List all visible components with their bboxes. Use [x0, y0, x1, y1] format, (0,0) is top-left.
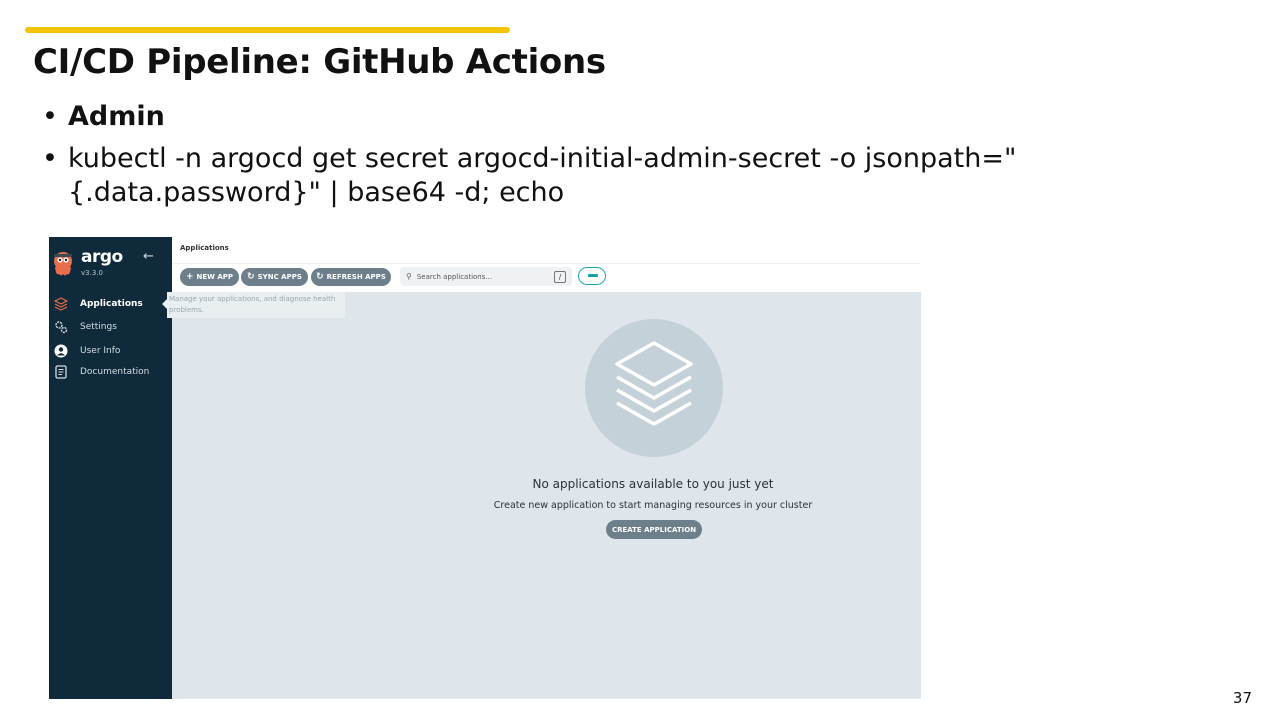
refresh-apps-button[interactable]: ↻ REFRESH APPS [311, 268, 391, 286]
new-app-button[interactable]: + NEW APP [180, 268, 239, 286]
plus-icon: + [185, 272, 194, 282]
bullet-text: kubectl -n argocd get secret argocd-init… [68, 143, 1017, 208]
divider [172, 263, 921, 264]
slide-title: CI/CD Pipeline: GitHub Actions [33, 42, 606, 82]
view-toggle[interactable] [578, 267, 606, 285]
sidebar-item-label: Settings [80, 322, 117, 332]
toggle-indicator [588, 274, 598, 277]
search-icon: ⚲ [406, 272, 412, 281]
bullet-list: • Admin • kubectl -n argocd get secret a… [42, 100, 1242, 218]
sidebar: argo v3.3.0 ← Applications Settings User… [49, 237, 172, 699]
version-label: v3.3.0 [81, 269, 103, 277]
gears-icon [53, 319, 69, 335]
argo-logo-icon [54, 252, 72, 276]
sync-icon: ↻ [247, 272, 255, 282]
sync-apps-button[interactable]: ↻ SYNC APPS [241, 268, 308, 286]
docs-icon [53, 364, 69, 380]
search-placeholder: Search applications... [416, 272, 493, 281]
new-app-label: NEW APP [196, 273, 234, 281]
sidebar-item-label: User Info [80, 346, 121, 356]
sidebar-item-user-info[interactable]: User Info [53, 343, 120, 359]
refresh-apps-label: REFRESH APPS [326, 273, 386, 281]
search-shortcut-key: / [554, 271, 566, 283]
empty-state-title: No applications available to you just ye… [532, 477, 774, 491]
nav-tooltip: Manage your applications, and diagnose h… [167, 292, 345, 318]
layers-icon [615, 341, 693, 426]
sidebar-item-applications[interactable]: Applications [53, 296, 143, 312]
sync-apps-label: SYNC APPS [257, 273, 302, 281]
title-accent-bar [25, 27, 510, 33]
create-application-button[interactable]: CREATE APPLICATION [606, 520, 702, 539]
collapse-sidebar-icon[interactable]: ← [143, 249, 154, 264]
brand-name: argo [81, 247, 123, 267]
bullet-item: • Admin [42, 100, 1242, 134]
empty-state-subtitle: Create new application to start managing… [493, 500, 813, 511]
sidebar-item-label: Applications [80, 299, 143, 309]
sidebar-item-settings[interactable]: Settings [53, 319, 117, 335]
layers-icon [53, 296, 69, 312]
sidebar-item-label: Documentation [80, 367, 150, 377]
empty-state-illustration [585, 319, 723, 457]
bullet-item: • kubectl -n argocd get secret argocd-in… [42, 142, 1242, 210]
bullet-dot: • [42, 101, 58, 132]
bullet-dot: • [42, 143, 58, 174]
breadcrumb: Applications [180, 244, 229, 252]
bullet-text: Admin [68, 101, 165, 132]
user-icon [53, 343, 69, 359]
slide-number: 37 [1232, 689, 1252, 707]
search-input[interactable]: ⚲ Search applications... / [400, 267, 572, 286]
refresh-icon: ↻ [316, 272, 324, 282]
sidebar-item-documentation[interactable]: Documentation [53, 364, 149, 380]
top-toolbar: Applications + NEW APP ↻ SYNC APPS ↻ REFRES… [172, 237, 921, 292]
argocd-screenshot: argo v3.3.0 ← Applications Settings User… [49, 237, 921, 699]
